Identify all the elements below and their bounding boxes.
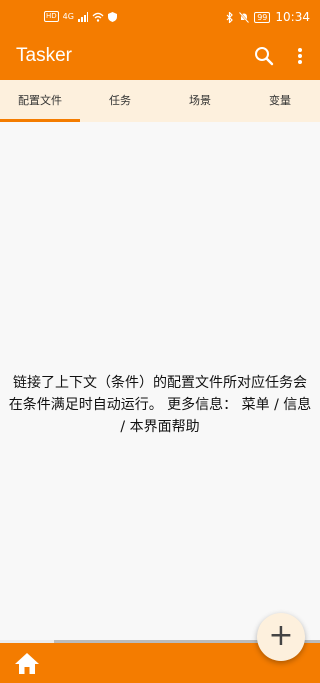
search-icon	[255, 47, 274, 66]
empty-state-message: 链接了上下文（条件）的配置文件所对应任务会在条件满足时自动运行。 更多信息： 菜…	[8, 375, 312, 435]
battery-icon: 99	[254, 11, 271, 23]
shield-icon	[107, 11, 117, 22]
bluetooth-icon	[226, 11, 234, 23]
tab-tasks[interactable]: 任务	[80, 80, 160, 122]
status-bar: HD 4G 99 10:34	[0, 0, 320, 34]
add-profile-button[interactable]: +	[257, 613, 305, 661]
home-button[interactable]	[14, 651, 40, 675]
more-vert-icon	[298, 48, 302, 64]
app-bar: Tasker	[0, 34, 320, 80]
tab-scenes[interactable]: 场景	[160, 80, 240, 122]
status-right: 99 10:34	[226, 10, 310, 24]
signal-label: 4G	[62, 12, 74, 21]
tab-profiles[interactable]: 配置文件	[0, 80, 80, 122]
app-title: Tasker	[16, 45, 72, 66]
mute-bell-icon	[239, 11, 250, 23]
tab-bar: 配置文件 任务 场景 变量	[0, 80, 320, 122]
hd-badge: HD	[44, 11, 59, 22]
signal-icon	[77, 11, 88, 22]
profiles-list: 链接了上下文（条件）的配置文件所对应任务会在条件满足时自动运行。 更多信息： 菜…	[0, 122, 320, 640]
more-options-button[interactable]	[290, 44, 310, 68]
status-left: HD 4G	[44, 11, 117, 22]
tab-variables[interactable]: 变量	[240, 80, 320, 122]
home-icon	[15, 653, 39, 674]
wifi-icon	[92, 12, 104, 22]
search-button[interactable]	[252, 44, 276, 68]
status-time: 10:34	[275, 10, 310, 24]
